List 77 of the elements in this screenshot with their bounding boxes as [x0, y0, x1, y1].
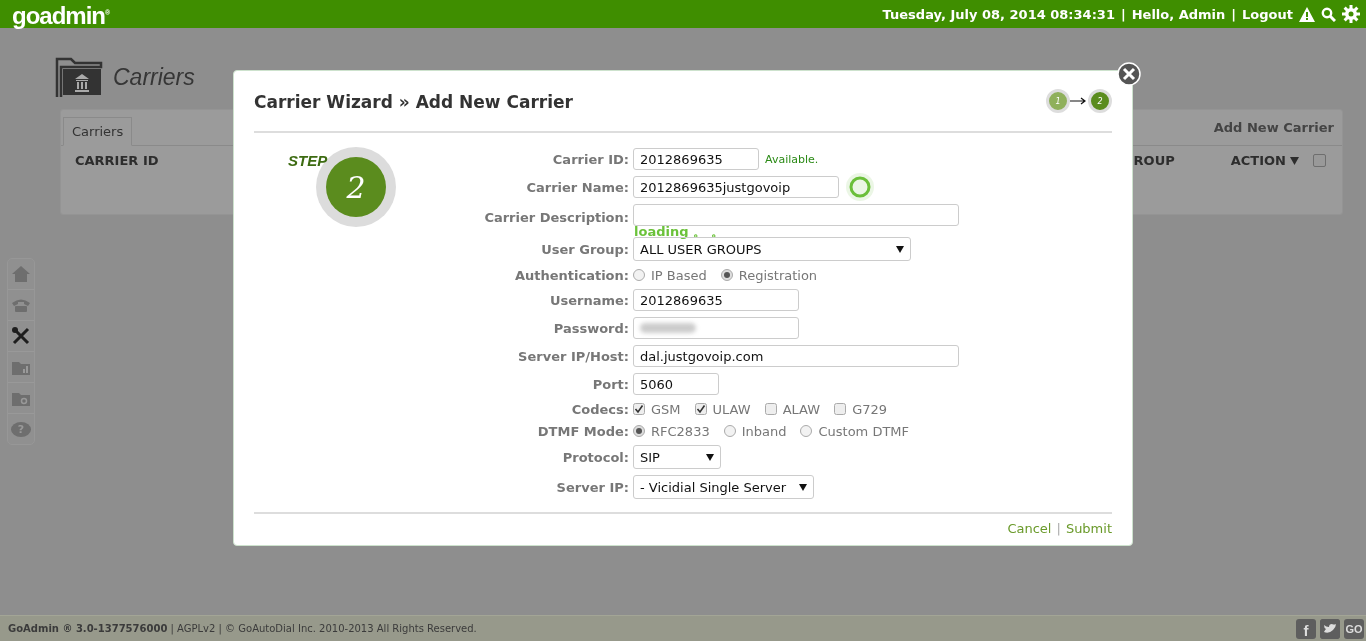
- header-text: Tuesday, July 08, 2014 08:34:31: [882, 6, 1115, 22]
- field-label: Carrier Description:: [483, 210, 630, 225]
- option-label: ALAW: [782, 401, 821, 417]
- field-label: Port:: [591, 376, 630, 392]
- field-label: Protocol:: [561, 449, 630, 465]
- arrow-icon: [1070, 97, 1088, 105]
- caret-icon: [896, 245, 904, 253]
- password-field[interactable]: [633, 317, 799, 339]
- select-field[interactable]: - Vicidial Single Server: [633, 475, 814, 499]
- text-field[interactable]: 2012869635justgovoip: [633, 176, 839, 198]
- column-header: CARRIER ID: [75, 153, 159, 168]
- bird-icon[interactable]: [1320, 618, 1340, 639]
- separator: |: [1231, 6, 1237, 22]
- add-carrier-link[interactable]: Add New Carrier: [1213, 120, 1334, 135]
- caret-icon: [706, 453, 714, 461]
- step-indicator: 2: [1088, 89, 1112, 113]
- option-label: G729: [852, 401, 887, 417]
- checkbox[interactable]: [633, 403, 645, 415]
- field-label: Server IP/Host:: [517, 348, 630, 364]
- header-text: Hello, Admin: [1131, 6, 1226, 22]
- dialog-link[interactable]: Cancel: [1007, 521, 1052, 536]
- field-label: Carrier Name:: [525, 179, 630, 195]
- separator: |: [1056, 521, 1061, 536]
- caret-icon[interactable]: [1290, 156, 1299, 165]
- column-header: ROUP: [1133, 153, 1175, 168]
- field-label: Carrier ID:: [551, 151, 630, 167]
- option-label: ULAW: [712, 401, 751, 417]
- field-label: Username:: [548, 292, 630, 308]
- separator: |: [1120, 6, 1126, 22]
- settings-icon[interactable]: [1342, 5, 1360, 23]
- folder-icon: [55, 57, 103, 97]
- text-field[interactable]: 5060: [633, 373, 719, 395]
- checkbox[interactable]: [834, 403, 847, 415]
- dialog-title: Carrier Wizard » Add New Carrier: [254, 91, 573, 112]
- tab[interactable]: Carriers: [63, 117, 133, 146]
- column-header: ACTION: [1230, 153, 1286, 168]
- step-caption: STEP: [288, 152, 328, 169]
- availability-note: Available.: [765, 152, 819, 166]
- radio-button[interactable]: [723, 425, 736, 437]
- option-label: GSM: [651, 401, 681, 417]
- text-field[interactable]: 2012869635: [633, 289, 799, 311]
- checkbox[interactable]: [694, 403, 707, 415]
- field-label: Password:: [552, 320, 630, 336]
- checkbox[interactable]: [764, 403, 777, 415]
- warning-icon[interactable]: [1299, 6, 1315, 22]
- radio-button[interactable]: [720, 269, 733, 281]
- field-label: Authentication:: [513, 267, 630, 283]
- facebook-icon[interactable]: f: [1296, 618, 1316, 639]
- option-label: Inband: [741, 423, 787, 439]
- radio-button[interactable]: [633, 425, 645, 437]
- page-title: Carriers: [113, 63, 195, 91]
- option-label: Custom DTMF: [818, 423, 910, 439]
- step-indicator: 1: [1046, 89, 1070, 113]
- text-field[interactable]: dal.justgovoip.com: [633, 345, 959, 367]
- field-label: Server IP:: [555, 479, 630, 495]
- select-field[interactable]: ALL USER GROUPS: [633, 237, 911, 261]
- radio-button[interactable]: [633, 269, 645, 281]
- radio-button[interactable]: [800, 425, 813, 437]
- field-label: Codecs:: [570, 401, 630, 417]
- caret-icon: [799, 483, 807, 491]
- option-label: Registration: [738, 267, 818, 283]
- select-all-checkbox[interactable]: [1313, 154, 1326, 167]
- option-label: IP Based: [651, 267, 707, 283]
- logo[interactable]: goadmin$^{®}$: [12, 0, 111, 30]
- go-icon[interactable]: GO: [1344, 618, 1364, 639]
- select-field[interactable]: SIP: [633, 445, 721, 469]
- text-field[interactable]: 2012869635: [633, 148, 759, 170]
- field-label: DTMF Mode:: [536, 423, 630, 439]
- logout-link[interactable]: Logout: [1242, 6, 1293, 22]
- text-field[interactable]: [633, 204, 959, 226]
- dialog-link[interactable]: Submit: [1065, 521, 1112, 536]
- search-icon[interactable]: [1321, 6, 1336, 22]
- field-label: User Group:: [540, 241, 630, 257]
- close-icon[interactable]: [1117, 62, 1141, 86]
- option-label: RFC2833: [651, 423, 710, 439]
- blurred-password: [640, 323, 696, 333]
- copyright-text: GoAdmin ® 3.0-1377576000 | AGPLv2 | © GoAutoDial Inc. 2010-2013 All Rights Reserved.: [8, 623, 477, 634]
